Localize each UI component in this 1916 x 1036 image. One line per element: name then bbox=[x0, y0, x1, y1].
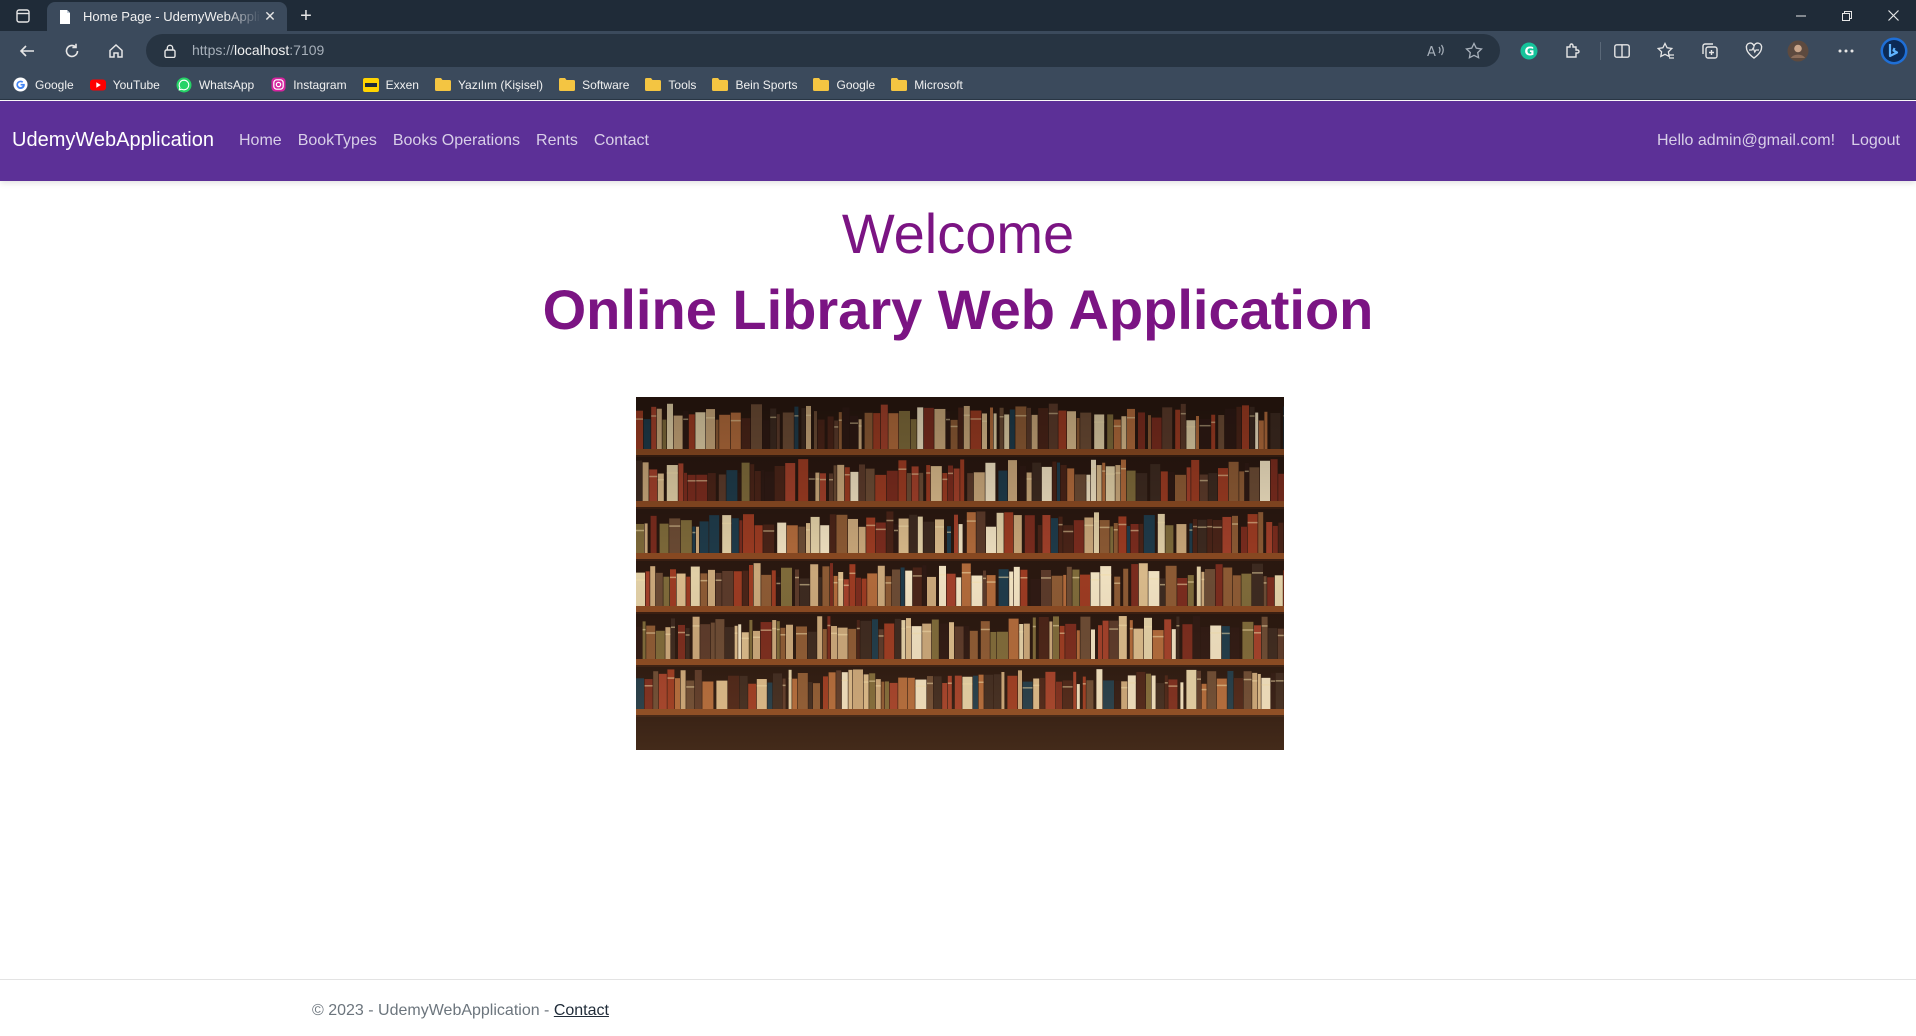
folder-icon bbox=[891, 77, 908, 93]
browser-titlebar: Home Page - UdemyWebApplication ✕ + bbox=[0, 0, 1916, 31]
welcome-heading: Welcome bbox=[841, 202, 1075, 265]
logout-link[interactable]: Logout bbox=[1851, 132, 1900, 150]
whatsapp-icon bbox=[176, 77, 192, 93]
back-arrow-icon[interactable] bbox=[14, 38, 40, 64]
bookmark-exxen[interactable]: Exxen bbox=[362, 74, 419, 96]
page-footer: © 2023 - UdemyWebApplication - Contact bbox=[0, 979, 1916, 1036]
folder-icon bbox=[559, 77, 576, 93]
more-options-icon[interactable] bbox=[1833, 38, 1859, 64]
nav-link-books-operations[interactable]: Books Operations bbox=[393, 132, 520, 150]
footer-contact-link[interactable]: Contact bbox=[554, 1002, 609, 1019]
folder-icon bbox=[813, 77, 830, 93]
bing-copilot-icon[interactable] bbox=[1879, 36, 1909, 66]
instagram-icon bbox=[270, 77, 286, 93]
footer-copyright: © 2023 - UdemyWebApplication - Contact bbox=[312, 1002, 609, 1019]
nav-link-contact[interactable]: Contact bbox=[594, 132, 649, 150]
youtube-icon bbox=[89, 77, 106, 93]
bookmark-folder-software[interactable]: Software bbox=[559, 74, 629, 96]
bookmarks-bar: Google YouTube WhatsApp Instagram Exxen … bbox=[0, 70, 1916, 100]
browser-tab-active[interactable]: Home Page - UdemyWebApplication ✕ bbox=[47, 2, 287, 31]
page-favicon-icon bbox=[57, 9, 73, 25]
bookmark-folder-bein-sports[interactable]: Bein Sports bbox=[712, 74, 797, 96]
minimize-icon[interactable] bbox=[1778, 0, 1824, 31]
collections-icon[interactable] bbox=[1697, 38, 1723, 64]
bookmark-folder-google[interactable]: Google bbox=[813, 74, 875, 96]
user-greeting-link[interactable]: Hello admin@gmail.com! bbox=[1657, 132, 1835, 150]
nav-link-booktypes[interactable]: BookTypes bbox=[298, 132, 377, 150]
nav-links: Home BookTypes Books Operations Rents Co… bbox=[223, 132, 649, 150]
close-window-icon[interactable] bbox=[1870, 0, 1916, 31]
app-subtitle-heading: Online Library Web Application bbox=[542, 278, 1374, 341]
exxen-icon bbox=[362, 77, 379, 93]
url-text[interactable]: https://localhost:7109 bbox=[192, 42, 324, 58]
folder-icon bbox=[712, 77, 729, 93]
folder-icon bbox=[645, 77, 662, 93]
svg-text:A: A bbox=[1427, 45, 1436, 59]
favorite-star-icon[interactable] bbox=[1464, 41, 1484, 61]
site-navbar: UdemyWebApplication Home BookTypes Books… bbox=[0, 101, 1916, 181]
home-icon[interactable] bbox=[103, 38, 129, 64]
google-icon bbox=[12, 77, 28, 93]
browser-toolbar: https://localhost:7109 A G bbox=[0, 31, 1916, 70]
tab-actions-icon[interactable] bbox=[10, 5, 36, 27]
tab-title: Home Page - UdemyWebApplication bbox=[83, 9, 261, 24]
lock-icon[interactable] bbox=[162, 42, 178, 59]
window-controls bbox=[1778, 0, 1916, 31]
nav-link-home[interactable]: Home bbox=[239, 132, 282, 150]
nav-link-rents[interactable]: Rents bbox=[536, 132, 578, 150]
folder-icon bbox=[434, 77, 451, 93]
svg-text:G: G bbox=[1525, 45, 1535, 59]
favorites-icon[interactable] bbox=[1653, 38, 1679, 64]
bookmark-folder-yazilim[interactable]: Yazılım (Kişisel) bbox=[434, 74, 543, 96]
bookmark-folder-microsoft[interactable]: Microsoft bbox=[891, 74, 963, 96]
bookmark-instagram[interactable]: Instagram bbox=[270, 74, 347, 96]
user-nav: Hello admin@gmail.com! Logout bbox=[1641, 132, 1900, 150]
bookmark-whatsapp[interactable]: WhatsApp bbox=[176, 74, 254, 96]
toolbar-divider bbox=[1600, 42, 1601, 60]
profile-avatar-icon[interactable] bbox=[1785, 38, 1811, 64]
split-screen-icon[interactable] bbox=[1609, 38, 1635, 64]
bookmark-google[interactable]: Google bbox=[12, 74, 74, 96]
restore-icon[interactable] bbox=[1824, 0, 1870, 31]
library-bookshelf-image bbox=[636, 397, 1284, 750]
refresh-icon[interactable] bbox=[59, 38, 85, 64]
grammarly-icon[interactable]: G bbox=[1516, 38, 1542, 64]
navbar-brand[interactable]: UdemyWebApplication bbox=[12, 129, 214, 152]
read-aloud-icon[interactable]: A bbox=[1426, 41, 1446, 61]
bookmark-folder-tools[interactable]: Tools bbox=[645, 74, 696, 96]
new-tab-icon[interactable]: + bbox=[294, 4, 318, 28]
browser-essentials-icon[interactable] bbox=[1741, 38, 1767, 64]
bookmark-youtube[interactable]: YouTube bbox=[89, 74, 160, 96]
extensions-icon[interactable] bbox=[1560, 38, 1586, 64]
address-bar[interactable]: https://localhost:7109 A bbox=[146, 34, 1500, 67]
tab-close-icon[interactable]: ✕ bbox=[261, 8, 279, 26]
